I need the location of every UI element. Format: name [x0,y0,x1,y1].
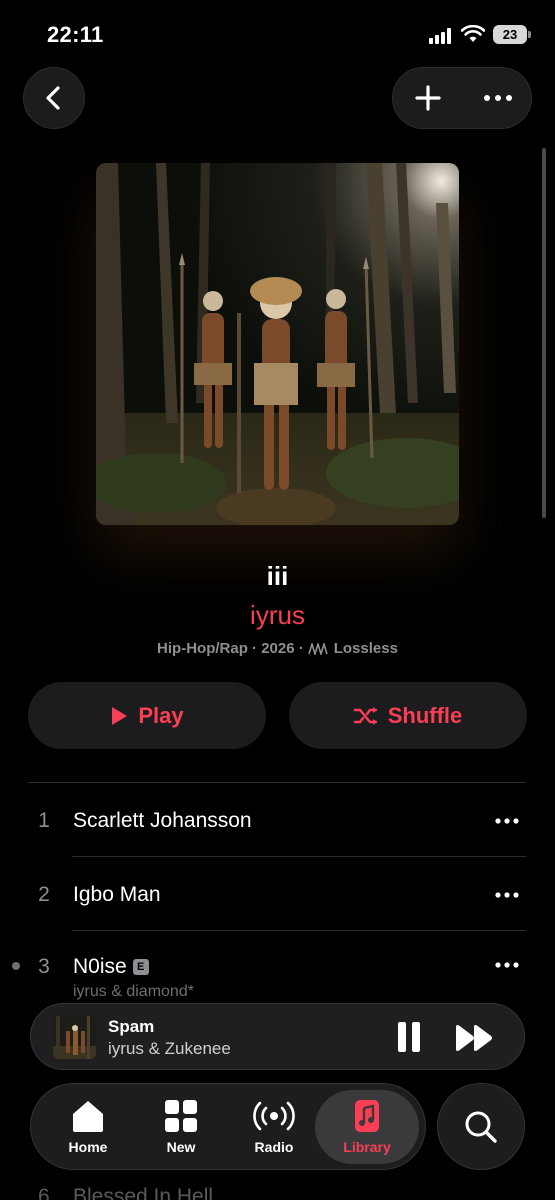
shuffle-label: Shuffle [387,702,463,728]
tab-home[interactable]: Home [43,1090,133,1164]
more-options-button[interactable] [463,68,533,128]
track-more-button[interactable] [494,961,520,969]
radio-icon [253,1101,295,1131]
wifi-icon [461,25,485,42]
status-bar: 22:11 23 [0,0,555,64]
now-playing-indicator [12,962,20,970]
track-number: 3 [38,955,50,978]
add-button[interactable] [393,68,463,128]
back-button[interactable] [23,67,85,129]
pause-button[interactable] [398,1022,422,1052]
track-title: Scarlett Johansson [73,809,252,832]
play-icon [112,706,128,725]
shuffle-button[interactable]: Shuffle [289,682,527,749]
home-icon [73,1101,103,1132]
track-title[interactable]: Blessed In Hell [73,1185,213,1200]
track-number: 6 [38,1185,50,1200]
lossless-icon [307,642,328,655]
track-row[interactable]: 1 Scarlett Johansson [0,783,555,857]
track-row[interactable]: 3 N0ise E iyrus & diamond* [0,931,555,1011]
album-quality: Lossless [333,640,398,657]
track-more-button[interactable] [494,891,520,899]
grid-icon [165,1100,197,1132]
now-playing-artwork [53,1016,96,1059]
album-artist-link[interactable]: iyrus [0,600,555,631]
plus-icon [415,85,441,111]
album-genre-year: Hip-Hop/Rap · 2026 · [157,640,304,657]
tab-library[interactable]: Library [315,1090,419,1164]
track-artists: iyrus & diamond* [73,983,194,1000]
battery-indicator: 23 [493,25,531,44]
explicit-badge: E [132,959,149,975]
search-button[interactable] [437,1083,525,1170]
track-more-button[interactable] [494,817,520,825]
more-icon [484,95,512,101]
album-actions [392,67,532,129]
album-meta: Hip-Hop/Rap · 2026 · Lossless [0,640,555,657]
track-title: N0ise E [73,955,149,979]
tab-radio-label: Radio [254,1139,294,1155]
pause-icon [398,1022,406,1052]
cellular-signal-icon [429,28,455,44]
tab-new[interactable]: New [136,1090,226,1164]
play-button[interactable]: Play [28,682,266,749]
track-title: Igbo Man [73,883,161,906]
track-row[interactable]: 2 Igbo Man [0,857,555,931]
music-note-icon [355,1100,379,1132]
album-artwork [96,163,459,525]
fast-forward-button[interactable] [455,1024,493,1052]
now-playing-title: Spam [108,1017,155,1036]
now-playing-artist: iyrus & Zukenee [108,1039,231,1058]
scrollbar[interactable] [542,148,546,518]
shuffle-icon [353,706,377,725]
tab-home-label: Home [68,1139,108,1155]
mini-player[interactable]: Spam iyrus & Zukenee [30,1003,525,1070]
tab-bar: Home New Radio Library [30,1083,426,1170]
pause-icon [412,1022,420,1052]
tab-library-label: Library [343,1139,391,1155]
album-title: iii [266,561,289,591]
track-number: 1 [38,809,50,832]
back-icon [46,86,60,110]
tab-new-label: New [166,1139,196,1155]
status-time: 22:11 [47,22,104,47]
tab-radio[interactable]: Radio [229,1090,319,1164]
track-title-text: N0ise [73,955,127,978]
play-label: Play [138,702,184,728]
track-number: 2 [38,883,50,906]
search-icon [465,1111,497,1143]
